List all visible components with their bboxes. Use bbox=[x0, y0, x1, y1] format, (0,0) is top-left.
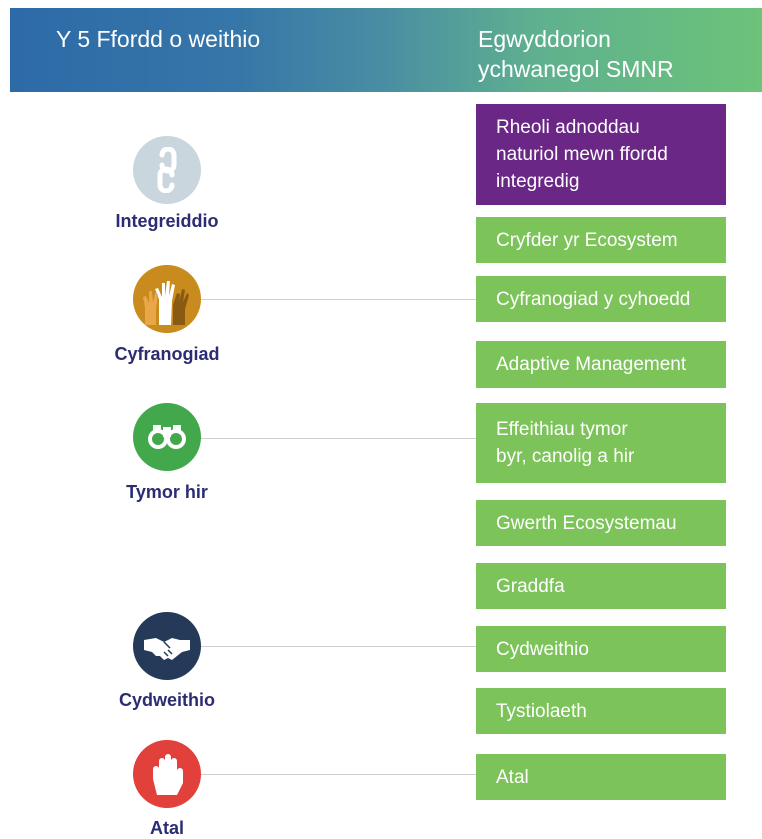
five-ways-title: Y 5 Ffordd o weithio bbox=[56, 26, 261, 52]
connector-atal bbox=[200, 774, 476, 775]
way-label-cydweithio: Cydweithio bbox=[118, 690, 216, 710]
connector-tymor-hir bbox=[200, 438, 476, 439]
principles-title-line1: Egwyddorion bbox=[478, 26, 611, 52]
chain-link-icon bbox=[157, 147, 177, 193]
way-label-cyfranogiad: Cyfranogiad bbox=[114, 344, 220, 364]
cydweithio-circle bbox=[133, 612, 201, 680]
principle-box-term-effects: Effeithiau tymor byr, canolig a hir bbox=[476, 403, 726, 483]
principle-box-integrated-management: Rheoli adnoddau naturiol mewn ffordd int… bbox=[476, 104, 726, 205]
way-label-tymor-hir: Tymor hir bbox=[126, 482, 208, 502]
principle-box-collaboration: Cydweithio bbox=[476, 626, 726, 672]
principle-text: Effeithiau tymor byr, canolig a hir bbox=[496, 419, 635, 467]
principle-box-scale: Graddfa bbox=[476, 563, 726, 609]
principle-box-ecosystem-resilience: Cryfder yr Ecosystem bbox=[476, 217, 726, 263]
atal-circle bbox=[133, 740, 201, 808]
connector-cyfranogiad bbox=[200, 299, 476, 300]
principle-box-evidence: Tystiolaeth bbox=[476, 688, 726, 734]
principle-box-prevention: Atal bbox=[476, 754, 726, 800]
cyfranogiad-circle bbox=[133, 265, 201, 333]
integreiddio-circle bbox=[133, 136, 201, 204]
principle-box-adaptive-management: Adaptive Management bbox=[476, 341, 726, 388]
handshake-icon bbox=[144, 638, 190, 660]
principle-box-public-participation: Cyfranogiad y cyhoedd bbox=[476, 276, 726, 322]
principle-box-ecosystem-value: Gwerth Ecosystemau bbox=[476, 500, 726, 546]
raised-hands-icon bbox=[143, 281, 189, 325]
tymor-hir-circle bbox=[133, 403, 201, 471]
principles-title: Egwyddorion ychwanegol SMNR bbox=[478, 24, 748, 84]
stop-hand-icon bbox=[153, 754, 183, 795]
principles-title-line2: ychwanegol SMNR bbox=[478, 56, 674, 82]
way-label-integreiddio: Integreiddio bbox=[115, 211, 219, 231]
binoculars-icon bbox=[148, 425, 186, 449]
connector-cydweithio bbox=[200, 646, 476, 647]
principle-text: Rheoli adnoddau naturiol mewn ffordd int… bbox=[496, 117, 668, 192]
header-banner: Y 5 Ffordd o weithio Egwyddorion ychwane… bbox=[10, 8, 762, 92]
